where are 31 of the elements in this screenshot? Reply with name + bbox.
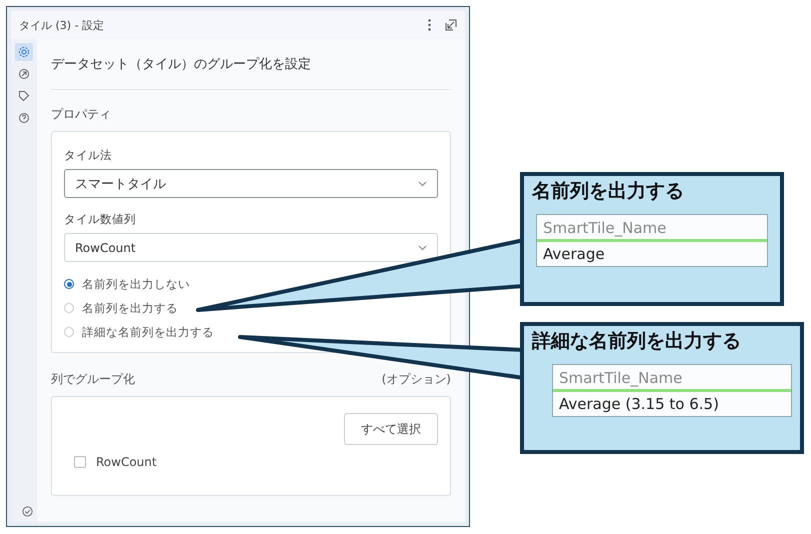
callout-title: 詳細な名前列を出力する [532, 329, 742, 354]
section-heading: プロパティ [51, 106, 112, 123]
gear-icon [18, 46, 30, 58]
chevron-down-icon [418, 244, 427, 250]
tile-method-dropdown[interactable]: スマートタイル [64, 169, 438, 198]
description-text: データセット（タイル）のグループ化を設定 [51, 53, 451, 90]
tile-column-dropdown[interactable]: RowCount [64, 233, 438, 262]
checkbox[interactable] [74, 456, 86, 468]
radio-button[interactable] [64, 279, 74, 289]
panel-title: タイル (3) - 設定 [19, 18, 104, 32]
callout-title: 名前列を出力する [532, 179, 685, 204]
tag-icon [18, 90, 30, 102]
radio-option[interactable]: 名前列を出力する [64, 296, 438, 320]
chevron-down-icon [418, 180, 427, 186]
table-cell-text: Average (3.15 to 6.5) [558, 394, 720, 415]
arrow-circle-icon [18, 68, 30, 80]
gear-tab[interactable] [15, 43, 33, 61]
column-header: SmartTile_Name [537, 215, 767, 242]
optional-hint: (オプション) [382, 371, 451, 388]
check-circle-icon [22, 506, 32, 516]
section-heading: 列でグループ化 [51, 371, 135, 388]
field-label: タイル数値列 [64, 212, 137, 227]
help-icon [18, 112, 30, 124]
column-header: SmartTile_Name [553, 365, 791, 392]
undock-icon[interactable] [445, 19, 457, 31]
table-cell-text: Average [542, 244, 606, 265]
more-icon[interactable] [428, 19, 431, 31]
field-label: タイル法 [64, 148, 113, 163]
select-all-button[interactable]: すべて選択 [344, 413, 438, 445]
radio-option[interactable]: 詳細な名前列を出力する [64, 320, 438, 344]
column-checkbox-row[interactable]: RowCount [74, 455, 438, 469]
